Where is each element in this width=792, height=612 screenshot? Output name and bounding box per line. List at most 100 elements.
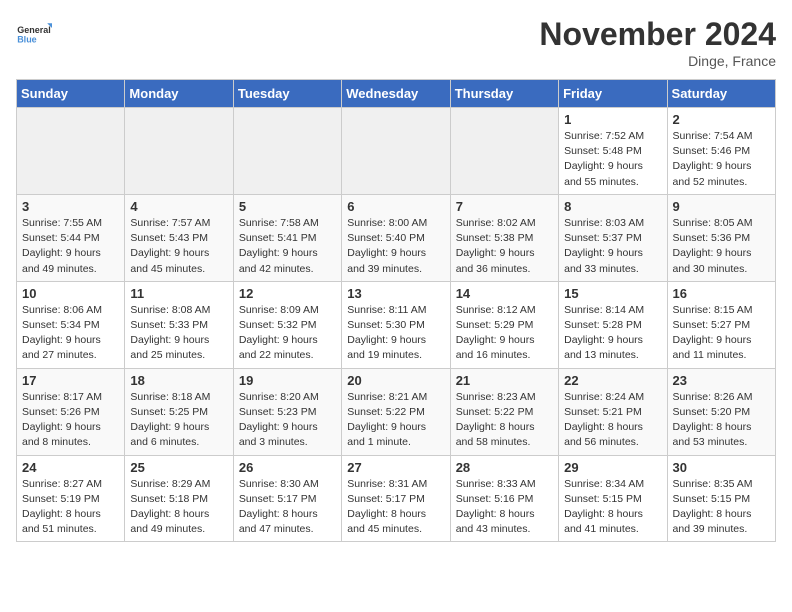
- day-number: 30: [673, 460, 770, 475]
- day-number: 17: [22, 373, 119, 388]
- day-number: 22: [564, 373, 661, 388]
- day-info: Sunrise: 7:55 AMSunset: 5:44 PMDaylight:…: [22, 216, 119, 277]
- calendar-cell: 7 Sunrise: 8:02 AMSunset: 5:38 PMDaylight…: [450, 194, 558, 281]
- calendar-cell: 15 Sunrise: 8:14 AMSunset: 5:28 PMDayligh…: [559, 281, 667, 368]
- calendar-cell: 14 Sunrise: 8:12 AMSunset: 5:29 PMDayligh…: [450, 281, 558, 368]
- day-number: 2: [673, 112, 770, 127]
- calendar-col-header: Friday: [559, 80, 667, 108]
- day-info: Sunrise: 8:27 AMSunset: 5:19 PMDaylight:…: [22, 477, 119, 538]
- calendar-cell: 3 Sunrise: 7:55 AMSunset: 5:44 PMDaylight…: [17, 194, 125, 281]
- day-info: Sunrise: 7:57 AMSunset: 5:43 PMDaylight:…: [130, 216, 227, 277]
- day-number: 9: [673, 199, 770, 214]
- calendar-col-header: Thursday: [450, 80, 558, 108]
- calendar-cell: 19 Sunrise: 8:20 AMSunset: 5:23 PMDayligh…: [233, 368, 341, 455]
- day-number: 18: [130, 373, 227, 388]
- day-info: Sunrise: 8:02 AMSunset: 5:38 PMDaylight:…: [456, 216, 553, 277]
- day-number: 27: [347, 460, 444, 475]
- calendar-cell: 9 Sunrise: 8:05 AMSunset: 5:36 PMDaylight…: [667, 194, 775, 281]
- calendar-col-header: Monday: [125, 80, 233, 108]
- location: Dinge, France: [539, 53, 776, 69]
- calendar-week-row: 24 Sunrise: 8:27 AMSunset: 5:19 PMDayligh…: [17, 455, 776, 542]
- day-number: 10: [22, 286, 119, 301]
- calendar-cell: 11 Sunrise: 8:08 AMSunset: 5:33 PMDayligh…: [125, 281, 233, 368]
- day-number: 23: [673, 373, 770, 388]
- calendar-week-row: 17 Sunrise: 8:17 AMSunset: 5:26 PMDayligh…: [17, 368, 776, 455]
- day-number: 13: [347, 286, 444, 301]
- calendar-cell: 17 Sunrise: 8:17 AMSunset: 5:26 PMDayligh…: [17, 368, 125, 455]
- calendar-week-row: 3 Sunrise: 7:55 AMSunset: 5:44 PMDaylight…: [17, 194, 776, 281]
- calendar-cell: [233, 108, 341, 195]
- day-number: 6: [347, 199, 444, 214]
- day-number: 8: [564, 199, 661, 214]
- calendar-cell: 21Sunrise: 8:23 AMSunset: 5:22 PMDayligh…: [450, 368, 558, 455]
- day-info: Sunrise: 8:18 AMSunset: 5:25 PMDaylight:…: [130, 390, 227, 451]
- day-number: 1: [564, 112, 661, 127]
- day-info: Sunrise: 8:33 AMSunset: 5:16 PMDaylight:…: [456, 477, 553, 538]
- svg-text:Blue: Blue: [17, 34, 37, 44]
- logo: General Blue: [16, 16, 52, 52]
- calendar-cell: 30 Sunrise: 8:35 AMSunset: 5:15 PMDayligh…: [667, 455, 775, 542]
- day-number: 11: [130, 286, 227, 301]
- day-info: Sunrise: 7:54 AMSunset: 5:46 PMDaylight:…: [673, 129, 770, 190]
- calendar-cell: 29 Sunrise: 8:34 AMSunset: 5:15 PMDayligh…: [559, 455, 667, 542]
- day-info: Sunrise: 8:31 AMSunset: 5:17 PMDaylight:…: [347, 477, 444, 538]
- calendar-cell: [342, 108, 450, 195]
- calendar-cell: 20Sunrise: 8:21 AMSunset: 5:22 PMDayligh…: [342, 368, 450, 455]
- calendar-week-row: 1 Sunrise: 7:52 AMSunset: 5:48 PMDaylight…: [17, 108, 776, 195]
- day-number: 24: [22, 460, 119, 475]
- calendar-col-header: Wednesday: [342, 80, 450, 108]
- day-info: Sunrise: 8:09 AMSunset: 5:32 PMDaylight:…: [239, 303, 336, 364]
- calendar-cell: 26 Sunrise: 8:30 AMSunset: 5:17 PMDayligh…: [233, 455, 341, 542]
- title-area: November 2024 Dinge, France: [539, 16, 776, 69]
- day-info: Sunrise: 8:11 AMSunset: 5:30 PMDaylight:…: [347, 303, 444, 364]
- calendar-cell: 18 Sunrise: 8:18 AMSunset: 5:25 PMDayligh…: [125, 368, 233, 455]
- calendar-cell: 24 Sunrise: 8:27 AMSunset: 5:19 PMDayligh…: [17, 455, 125, 542]
- calendar-col-header: Sunday: [17, 80, 125, 108]
- svg-text:General: General: [17, 25, 51, 35]
- day-number: 15: [564, 286, 661, 301]
- calendar-cell: 13 Sunrise: 8:11 AMSunset: 5:30 PMDayligh…: [342, 281, 450, 368]
- calendar-cell: [125, 108, 233, 195]
- calendar-cell: 5 Sunrise: 7:58 AMSunset: 5:41 PMDaylight…: [233, 194, 341, 281]
- day-info: Sunrise: 8:17 AMSunset: 5:26 PMDaylight:…: [22, 390, 119, 451]
- day-info: Sunrise: 8:08 AMSunset: 5:33 PMDaylight:…: [130, 303, 227, 364]
- day-info: Sunrise: 8:35 AMSunset: 5:15 PMDaylight:…: [673, 477, 770, 538]
- calendar-cell: 23 Sunrise: 8:26 AMSunset: 5:20 PMDayligh…: [667, 368, 775, 455]
- day-number: 7: [456, 199, 553, 214]
- day-info: Sunrise: 8:34 AMSunset: 5:15 PMDaylight:…: [564, 477, 661, 538]
- day-number: 12: [239, 286, 336, 301]
- day-info: Sunrise: 7:52 AMSunset: 5:48 PMDaylight:…: [564, 129, 661, 190]
- day-info: Sunrise: 8:24 AMSunset: 5:21 PMDaylight:…: [564, 390, 661, 451]
- calendar-cell: [17, 108, 125, 195]
- day-number: 3: [22, 199, 119, 214]
- day-info: Sunrise: 8:12 AMSunset: 5:29 PMDaylight:…: [456, 303, 553, 364]
- day-info: Sunrise: 8:30 AMSunset: 5:17 PMDaylight:…: [239, 477, 336, 538]
- day-number: 25: [130, 460, 227, 475]
- day-number: 4: [130, 199, 227, 214]
- day-number: 20: [347, 373, 444, 388]
- calendar-cell: 4 Sunrise: 7:57 AMSunset: 5:43 PMDaylight…: [125, 194, 233, 281]
- day-number: 26: [239, 460, 336, 475]
- day-number: 19: [239, 373, 336, 388]
- day-info: Sunrise: 8:03 AMSunset: 5:37 PMDaylight:…: [564, 216, 661, 277]
- day-number: 14: [456, 286, 553, 301]
- calendar-body: 1 Sunrise: 7:52 AMSunset: 5:48 PMDaylight…: [17, 108, 776, 542]
- day-info: Sunrise: 8:05 AMSunset: 5:36 PMDaylight:…: [673, 216, 770, 277]
- day-info: Sunrise: 8:26 AMSunset: 5:20 PMDaylight:…: [673, 390, 770, 451]
- day-info: Sunrise: 7:58 AMSunset: 5:41 PMDaylight:…: [239, 216, 336, 277]
- day-number: 5: [239, 199, 336, 214]
- day-number: 29: [564, 460, 661, 475]
- calendar-col-header: Saturday: [667, 80, 775, 108]
- calendar-cell: 10Sunrise: 8:06 AMSunset: 5:34 PMDayligh…: [17, 281, 125, 368]
- day-number: 16: [673, 286, 770, 301]
- day-info: Sunrise: 8:00 AMSunset: 5:40 PMDaylight:…: [347, 216, 444, 277]
- calendar-cell: 2 Sunrise: 7:54 AMSunset: 5:46 PMDaylight…: [667, 108, 775, 195]
- day-info: Sunrise: 8:20 AMSunset: 5:23 PMDaylight:…: [239, 390, 336, 451]
- day-info: Sunrise: 8:15 AMSunset: 5:27 PMDaylight:…: [673, 303, 770, 364]
- day-info: Sunrise: 8:14 AMSunset: 5:28 PMDaylight:…: [564, 303, 661, 364]
- calendar-cell: 25 Sunrise: 8:29 AMSunset: 5:18 PMDayligh…: [125, 455, 233, 542]
- calendar-cell: 6 Sunrise: 8:00 AMSunset: 5:40 PMDaylight…: [342, 194, 450, 281]
- day-info: Sunrise: 8:29 AMSunset: 5:18 PMDaylight:…: [130, 477, 227, 538]
- day-info: Sunrise: 8:23 AMSunset: 5:22 PMDaylight:…: [456, 390, 553, 451]
- calendar-table: SundayMondayTuesdayWednesdayThursdayFrid…: [16, 79, 776, 542]
